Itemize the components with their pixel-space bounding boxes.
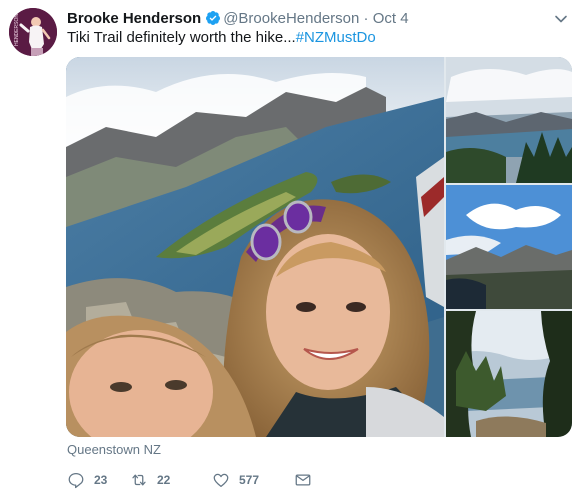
photo-thumbnail-1[interactable] [446, 57, 572, 183]
reply-count: 23 [94, 473, 108, 487]
display-name[interactable]: Brooke Henderson [67, 10, 201, 27]
retweet-button[interactable]: 22 [130, 471, 212, 489]
photo-thumbnail-2[interactable] [446, 185, 572, 309]
reply-icon [68, 472, 84, 489]
photo-sky-mountains [446, 185, 572, 309]
hashtag-link[interactable]: #NZMustDo [296, 29, 376, 46]
separator-dot: · [363, 10, 369, 27]
tweet-body: Tiki Trail definitely worth the hike... [67, 29, 296, 46]
media-grid [66, 57, 572, 437]
retweet-icon [132, 474, 146, 486]
like-count: 577 [239, 473, 260, 487]
tweet-date[interactable]: Oct 4 [373, 10, 409, 27]
chevron-down-icon[interactable] [554, 12, 568, 26]
photo-forest-lake [446, 311, 572, 437]
avatar[interactable]: HENDERSON [9, 8, 57, 56]
tweet-header: Brooke Henderson @BrookeHenderson · Oct 4 [67, 9, 541, 29]
tweet-text: Tiki Trail definitely worth the hike...#… [67, 28, 376, 48]
avatar-label: HENDERSON [14, 14, 20, 46]
avatar-photo: HENDERSON [9, 8, 57, 56]
envelope-icon [295, 474, 311, 486]
photo-lake-view [446, 57, 572, 183]
retweet-count: 22 [157, 473, 171, 487]
direct-message-button[interactable] [294, 471, 321, 489]
tweet-location[interactable]: Queenstown NZ [67, 442, 161, 458]
reply-button[interactable]: 23 [67, 471, 130, 489]
user-handle[interactable]: @BrookeHenderson [223, 10, 359, 27]
photo-thumbnail-3[interactable] [446, 311, 572, 437]
like-button[interactable]: 577 [212, 471, 294, 489]
verified-badge-icon [206, 11, 221, 25]
tweet-actions: 23 22 577 [67, 470, 321, 490]
photo-main[interactable] [66, 57, 444, 437]
photo-selfie-lake [66, 57, 444, 437]
heart-icon [213, 473, 229, 488]
